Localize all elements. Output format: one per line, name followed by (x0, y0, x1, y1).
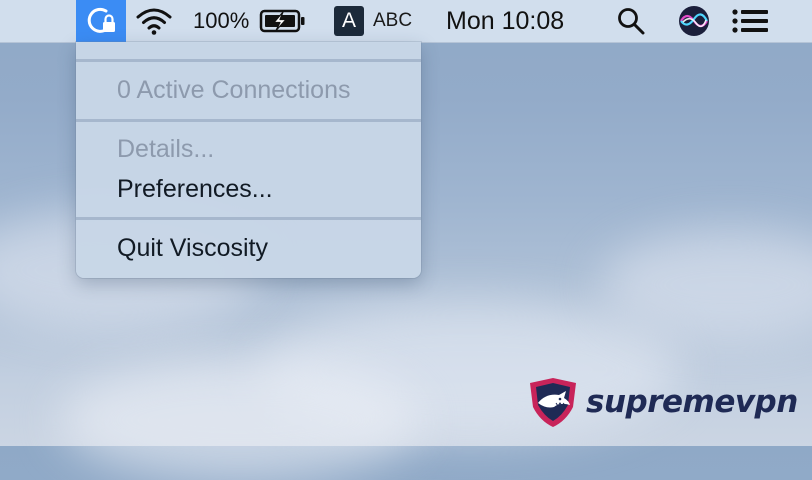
input-source-label[interactable]: ABC (373, 0, 423, 42)
battery-charging-icon (259, 9, 305, 33)
menu-separator (76, 59, 421, 62)
wifi-menu[interactable] (133, 0, 175, 42)
input-source-badge: A (334, 6, 364, 36)
brand-watermark: supremevpn (526, 374, 798, 430)
menu-separator (76, 217, 421, 220)
input-source-name: ABC (373, 10, 413, 31)
menu-separator (76, 119, 421, 122)
notification-center-icon (732, 9, 768, 33)
clock-text: Mon 10:08 (446, 6, 565, 35)
menu-item-preferences[interactable]: Preferences... (117, 174, 273, 204)
battery-menu[interactable] (258, 0, 308, 42)
viscosity-lock-icon (87, 7, 115, 33)
menu-item-active-connections: 0 Active Connections (117, 76, 351, 104)
wifi-icon (136, 8, 172, 35)
menubar-clock[interactable]: Mon 10:08 (446, 0, 582, 42)
viscosity-dropdown-menu: 0 Active Connections Details... Preferen… (76, 42, 421, 278)
brand-name: supremevpn (586, 384, 798, 420)
menu-item-quit-viscosity[interactable]: Quit Viscosity (117, 233, 268, 263)
battery-percentage[interactable]: 100% (193, 0, 255, 42)
siri-icon (679, 6, 709, 36)
spotlight-search-icon (618, 8, 645, 35)
battery-percentage-text: 100% (193, 8, 250, 33)
spotlight-button[interactable] (613, 0, 649, 42)
input-source-menu[interactable]: A (333, 0, 365, 42)
siri-button[interactable] (676, 0, 712, 42)
menu-bar: 100% A ABC Mon 10:08 (0, 0, 812, 43)
notification-center-button[interactable] (728, 0, 772, 42)
viscosity-status-item[interactable] (76, 0, 126, 42)
shark-shield-icon (530, 378, 576, 427)
menu-item-details: Details... (117, 135, 215, 163)
